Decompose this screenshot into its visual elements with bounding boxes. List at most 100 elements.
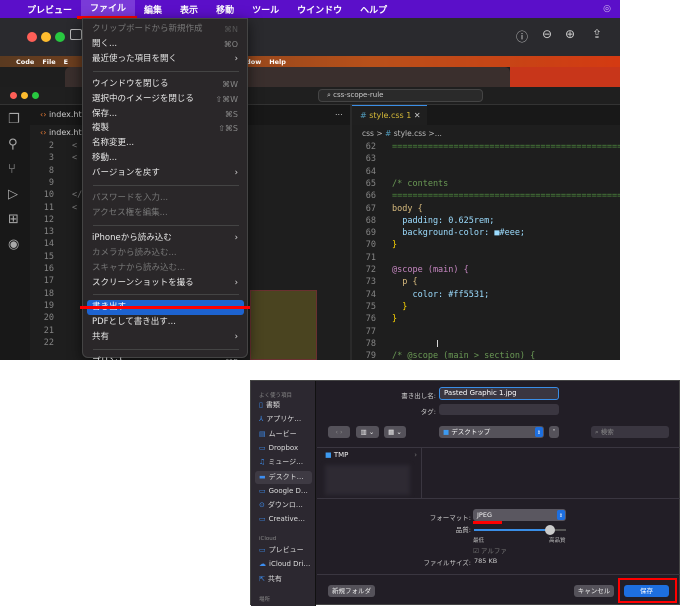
source-control-icon[interactable]: ⑂: [8, 162, 16, 177]
menu-item[interactable]: 保存... ⌘S: [87, 107, 244, 122]
code-line: 77: [365, 326, 376, 337]
column-divider[interactable]: [421, 447, 422, 498]
right-editor[interactable]: 62 ======================================…: [352, 141, 620, 360]
menu-item[interactable]: 複製 ⇧⌘S: [87, 121, 244, 136]
minimize-window-button[interactable]: [21, 92, 28, 99]
extensions-icon[interactable]: ⊞: [8, 212, 19, 227]
zoom-window-button[interactable]: [55, 32, 65, 42]
code-line: 72 @scope (main) {: [365, 265, 469, 275]
activity-bar: ❐ ⚲ ⑂ ▷ ⊞ ◉: [0, 105, 30, 360]
creative-cloud-icon[interactable]: ◎: [594, 4, 620, 14]
applications-icon: ⅄: [259, 415, 264, 424]
alpha-checkbox[interactable]: ☑ アルファ: [473, 545, 507, 555]
more-actions-button[interactable]: ...: [335, 108, 343, 117]
menu-item[interactable]: 名称変更...: [87, 136, 244, 151]
code-line: 62 ======================================…: [365, 142, 620, 152]
menu-item-label: 選択中のイメージを閉じる: [92, 93, 194, 104]
folder-icon: ▭: [259, 486, 266, 495]
menu-item[interactable]: 移動...: [87, 151, 244, 166]
filesize-value: 785 KB: [474, 557, 498, 565]
menu-item[interactable]: スキャナから読み込む...: [87, 261, 244, 276]
menu-item-label: 複製: [92, 123, 110, 134]
sidebar-item[interactable]: ☁ iCloud Dri…: [255, 558, 312, 571]
menu-item-label: スキャナから読み込む...: [92, 262, 186, 273]
minimize-window-button[interactable]: [41, 32, 51, 42]
menu-edit[interactable]: 編集: [135, 3, 171, 16]
back-forward-buttons[interactable]: ‹ ›: [328, 426, 350, 438]
new-folder-button[interactable]: 新規フォルダ: [328, 585, 375, 597]
chevron-right-icon: ›: [234, 232, 238, 243]
menu-item[interactable]: バージョンを戻す ›: [87, 166, 244, 181]
run-debug-icon[interactable]: ▷: [8, 187, 18, 202]
close-window-button[interactable]: [27, 32, 37, 42]
zoom-in-icon[interactable]: ⊕: [565, 27, 575, 41]
sidebar-item[interactable]: ▭ Google D…: [255, 485, 312, 498]
sidebar-section-header: よく使う項目: [259, 393, 293, 399]
zoom-window-button[interactable]: [32, 92, 39, 99]
quality-max-label: 高品質: [549, 538, 566, 544]
sidebar-item[interactable]: ▭ プレビュー: [255, 544, 312, 557]
sidebar-item[interactable]: ⊙ ダウンロ…: [255, 499, 312, 512]
menu-go[interactable]: 移動: [207, 3, 243, 16]
menu-item[interactable]: クリップボードから新規作成 ⌘N: [87, 22, 244, 37]
menu-window[interactable]: ウインドウ: [288, 3, 351, 16]
sidebar-toggle-icon[interactable]: [70, 29, 82, 40]
menu-item[interactable]: カメラから読み込む...: [87, 246, 244, 261]
code-line: 76}: [365, 314, 398, 325]
cancel-button[interactable]: キャンセル: [574, 585, 614, 597]
quality-slider-thumb[interactable]: [545, 525, 556, 535]
menu-preview[interactable]: プレビュー: [18, 3, 81, 16]
sidebar-item[interactable]: ▭ Dropbox: [255, 442, 312, 455]
location-popup[interactable]: ■ デスクトップ ⇕: [439, 426, 544, 438]
code-line: 71: [365, 252, 376, 263]
chevron-right-icon: ›: [234, 332, 238, 343]
menu-item-label: スクリーンショットを撮る: [92, 277, 194, 288]
format-popup[interactable]: JPEG ⇕: [473, 509, 566, 521]
sidebar-item[interactable]: ▬ デスクト…: [255, 470, 312, 484]
tags-input[interactable]: [439, 404, 559, 415]
menu-item[interactable]: アクセス権を編集...: [87, 206, 244, 221]
menu-item[interactable]: 開く... ⌘O: [87, 37, 244, 52]
sidebar-item[interactable]: ⅄ アプリケ…: [255, 413, 312, 426]
menu-item[interactable]: スクリーンショットを撮る ›: [87, 276, 244, 291]
group-button[interactable]: ▦ ⌄: [384, 426, 406, 438]
search-field[interactable]: ⌕ 検索: [591, 426, 669, 438]
close-tab-icon[interactable]: ✕: [414, 111, 421, 120]
menu-item-label: 最近使った項目を開く: [92, 53, 178, 64]
sidebar-item[interactable]: ♫ ミュージ…: [255, 456, 312, 469]
menu-item[interactable]: PDFとして書き出す...: [87, 315, 244, 330]
menu-item[interactable]: パスワードを入力...: [87, 191, 244, 206]
info-icon[interactable]: ⓘ: [516, 28, 528, 45]
expand-button[interactable]: ˄: [549, 426, 559, 438]
menu-item[interactable]: ウインドウを閉じる ⌘W: [87, 77, 244, 92]
sidebar-item[interactable]: ▤ ムービー: [255, 428, 312, 441]
code-line: 67 body {: [365, 203, 423, 214]
menu-item[interactable]: 選択中のイメージを閉じる ⇧⌘W: [87, 92, 244, 107]
sidebar-item[interactable]: ▯ 書類: [255, 399, 312, 412]
menu-view[interactable]: 表示: [171, 3, 207, 16]
quality-label: 品質:: [455, 526, 471, 534]
sidebar-item[interactable]: ▭ Creative…: [255, 513, 312, 526]
close-window-button[interactable]: [10, 92, 17, 99]
file-item-tmp[interactable]: ■ TMP ›: [325, 451, 421, 463]
view-mode-button[interactable]: ▥ ⌄: [356, 426, 379, 438]
share-icon[interactable]: ⇪: [592, 27, 602, 41]
menu-item[interactable]: 最近使った項目を開く ›: [87, 52, 244, 67]
menu-item[interactable]: プリント... ⌘P: [87, 355, 244, 360]
export-name-input[interactable]: Pasted Graphic 1.jpg: [439, 387, 559, 400]
tab-style-css[interactable]: # style.css 1 ✕: [352, 105, 427, 125]
background-wallpaper: [510, 67, 620, 87]
sidebar-item[interactable]: ⇱ 共有: [255, 573, 312, 586]
menu-help[interactable]: ヘルプ: [351, 3, 396, 16]
edge-icon[interactable]: ◉: [8, 237, 19, 252]
command-center-search[interactable]: ⌕ css-scope-rule: [318, 89, 483, 102]
zoom-out-icon[interactable]: ⊖: [542, 27, 552, 41]
menu-item-label: アクセス権を編集...: [92, 207, 168, 218]
menu-tools[interactable]: ツール: [243, 3, 288, 16]
menu-item[interactable]: 共有 ›: [87, 330, 244, 345]
menu-item-label: 開く...: [92, 38, 118, 49]
explorer-icon[interactable]: ❐: [8, 112, 20, 127]
search-icon[interactable]: ⚲: [8, 137, 18, 152]
quality-slider[interactable]: [474, 525, 566, 535]
menu-item[interactable]: iPhoneから読み込む ›: [87, 231, 244, 246]
